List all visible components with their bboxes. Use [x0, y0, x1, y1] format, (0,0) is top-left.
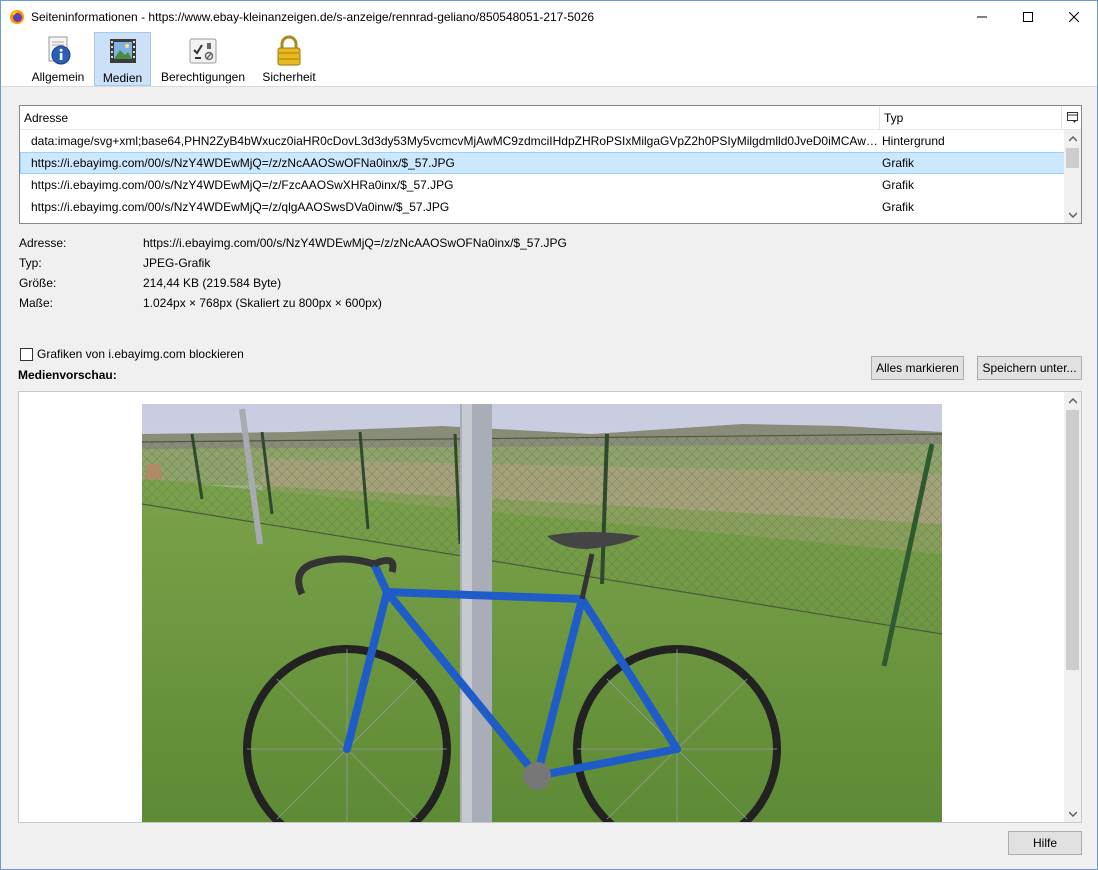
detail-value: 1.024px × 768px (Skaliert zu 800px × 600… — [143, 296, 382, 310]
row-address: https://i.ebayimg.com/00/s/NzY4WDEwMjQ=/… — [31, 178, 454, 192]
list-row[interactable]: https://i.ebayimg.com/00/s/NzY4WDEwMjQ=/… — [20, 174, 1065, 196]
preview-heading: Medienvorschau: — [18, 368, 117, 382]
select-all-button[interactable]: Alles markieren — [871, 356, 964, 380]
tab-berechtigungen[interactable]: Berechtigungen — [159, 32, 247, 86]
info-icon — [48, 36, 71, 65]
firefox-icon — [10, 9, 24, 24]
close-button[interactable] — [1051, 1, 1097, 32]
minimize-icon — [977, 16, 987, 17]
detail-label: Typ: — [19, 256, 42, 270]
scroll-down-arrow[interactable] — [1064, 805, 1081, 822]
tab-medien[interactable]: Medien — [94, 32, 151, 86]
media-icon — [109, 39, 136, 63]
preview-scrollbar[interactable] — [1064, 392, 1081, 822]
bicycle-photo — [142, 404, 942, 822]
checkbox-label: Grafiken von i.ebayimg.com blockieren — [37, 347, 244, 361]
column-picker-icon[interactable] — [1067, 112, 1079, 124]
chevron-down-icon — [1068, 211, 1077, 218]
list-header: Adresse Typ — [20, 106, 1081, 130]
chevron-up-icon — [1068, 397, 1077, 404]
column-header-adresse[interactable]: Adresse — [20, 106, 880, 130]
row-type: Grafik — [882, 200, 915, 214]
tab-allgemein[interactable]: Allgemein — [30, 32, 86, 86]
detail-label: Maße: — [19, 296, 54, 310]
save-as-button[interactable]: Speichern unter... — [977, 356, 1082, 380]
tab-sicherheit[interactable]: Sicherheit — [260, 32, 318, 86]
row-address: https://i.ebayimg.com/00/s/NzY4WDEwMjQ=/… — [31, 156, 455, 170]
scroll-down-arrow[interactable] — [1064, 206, 1081, 223]
page-info-window: Seiteninformationen - https://www.ebay-k… — [0, 0, 1098, 870]
scrollbar-thumb[interactable] — [1066, 410, 1079, 670]
list-row-selected[interactable]: https://i.ebayimg.com/00/s/NzY4WDEwMjQ=/… — [20, 152, 1065, 174]
minimize-button[interactable] — [959, 1, 1005, 32]
block-images-checkbox[interactable]: Grafiken von i.ebayimg.com blockieren — [20, 347, 244, 361]
permissions-icon — [189, 38, 217, 64]
row-type: Hintergrund — [882, 134, 945, 148]
scroll-up-arrow[interactable] — [1064, 392, 1081, 409]
tab-label: Medien — [102, 71, 143, 85]
scroll-up-arrow[interactable] — [1064, 130, 1081, 147]
maximize-icon — [1023, 11, 1033, 22]
detail-value: https://i.ebayimg.com/00/s/NzY4WDEwMjQ=/… — [143, 236, 567, 250]
scrollbar-thumb[interactable] — [1066, 148, 1079, 168]
detail-value: 214,44 KB (219.584 Byte) — [143, 276, 282, 290]
detail-label: Größe: — [19, 276, 57, 290]
tab-label: Sicherheit — [262, 70, 316, 84]
list-scrollbar[interactable] — [1064, 130, 1081, 223]
chevron-down-icon — [1068, 810, 1077, 817]
tab-label: Allgemein — [31, 70, 85, 84]
row-type: Grafik — [882, 156, 915, 170]
chevron-up-icon — [1068, 135, 1077, 142]
media-list[interactable]: Adresse Typ data:image/svg+xml;base64,PH… — [19, 105, 1082, 224]
row-address: https://i.ebayimg.com/00/s/NzY4WDEwMjQ=/… — [31, 200, 450, 214]
lock-icon — [277, 35, 301, 66]
column-header-typ[interactable]: Typ — [880, 106, 1060, 130]
window-title: Seiteninformationen - https://www.ebay-k… — [31, 9, 595, 24]
row-type: Grafik — [882, 178, 915, 192]
help-button[interactable]: Hilfe — [1008, 831, 1082, 855]
detail-value: JPEG-Grafik — [143, 256, 211, 270]
toolbar: Allgemein Medien Berechtigungen Sicherhe… — [1, 32, 1097, 87]
row-address: data:image/svg+xml;base64,PHN2ZyB4bWxucz… — [31, 134, 881, 148]
title-bar: Seiteninformationen - https://www.ebay-k… — [1, 1, 1097, 32]
maximize-button[interactable] — [1005, 1, 1051, 32]
tab-label: Berechtigungen — [160, 70, 246, 84]
list-row[interactable]: data:image/svg+xml;base64,PHN2ZyB4bWxucz… — [20, 130, 1065, 152]
media-preview — [18, 391, 1082, 823]
detail-label: Adresse: — [19, 236, 67, 250]
column-divider[interactable] — [1061, 106, 1062, 130]
close-icon — [1069, 11, 1079, 22]
list-row[interactable]: https://i.ebayimg.com/00/s/NzY4WDEwMjQ=/… — [20, 196, 1065, 218]
checkbox-box[interactable] — [20, 347, 33, 361]
